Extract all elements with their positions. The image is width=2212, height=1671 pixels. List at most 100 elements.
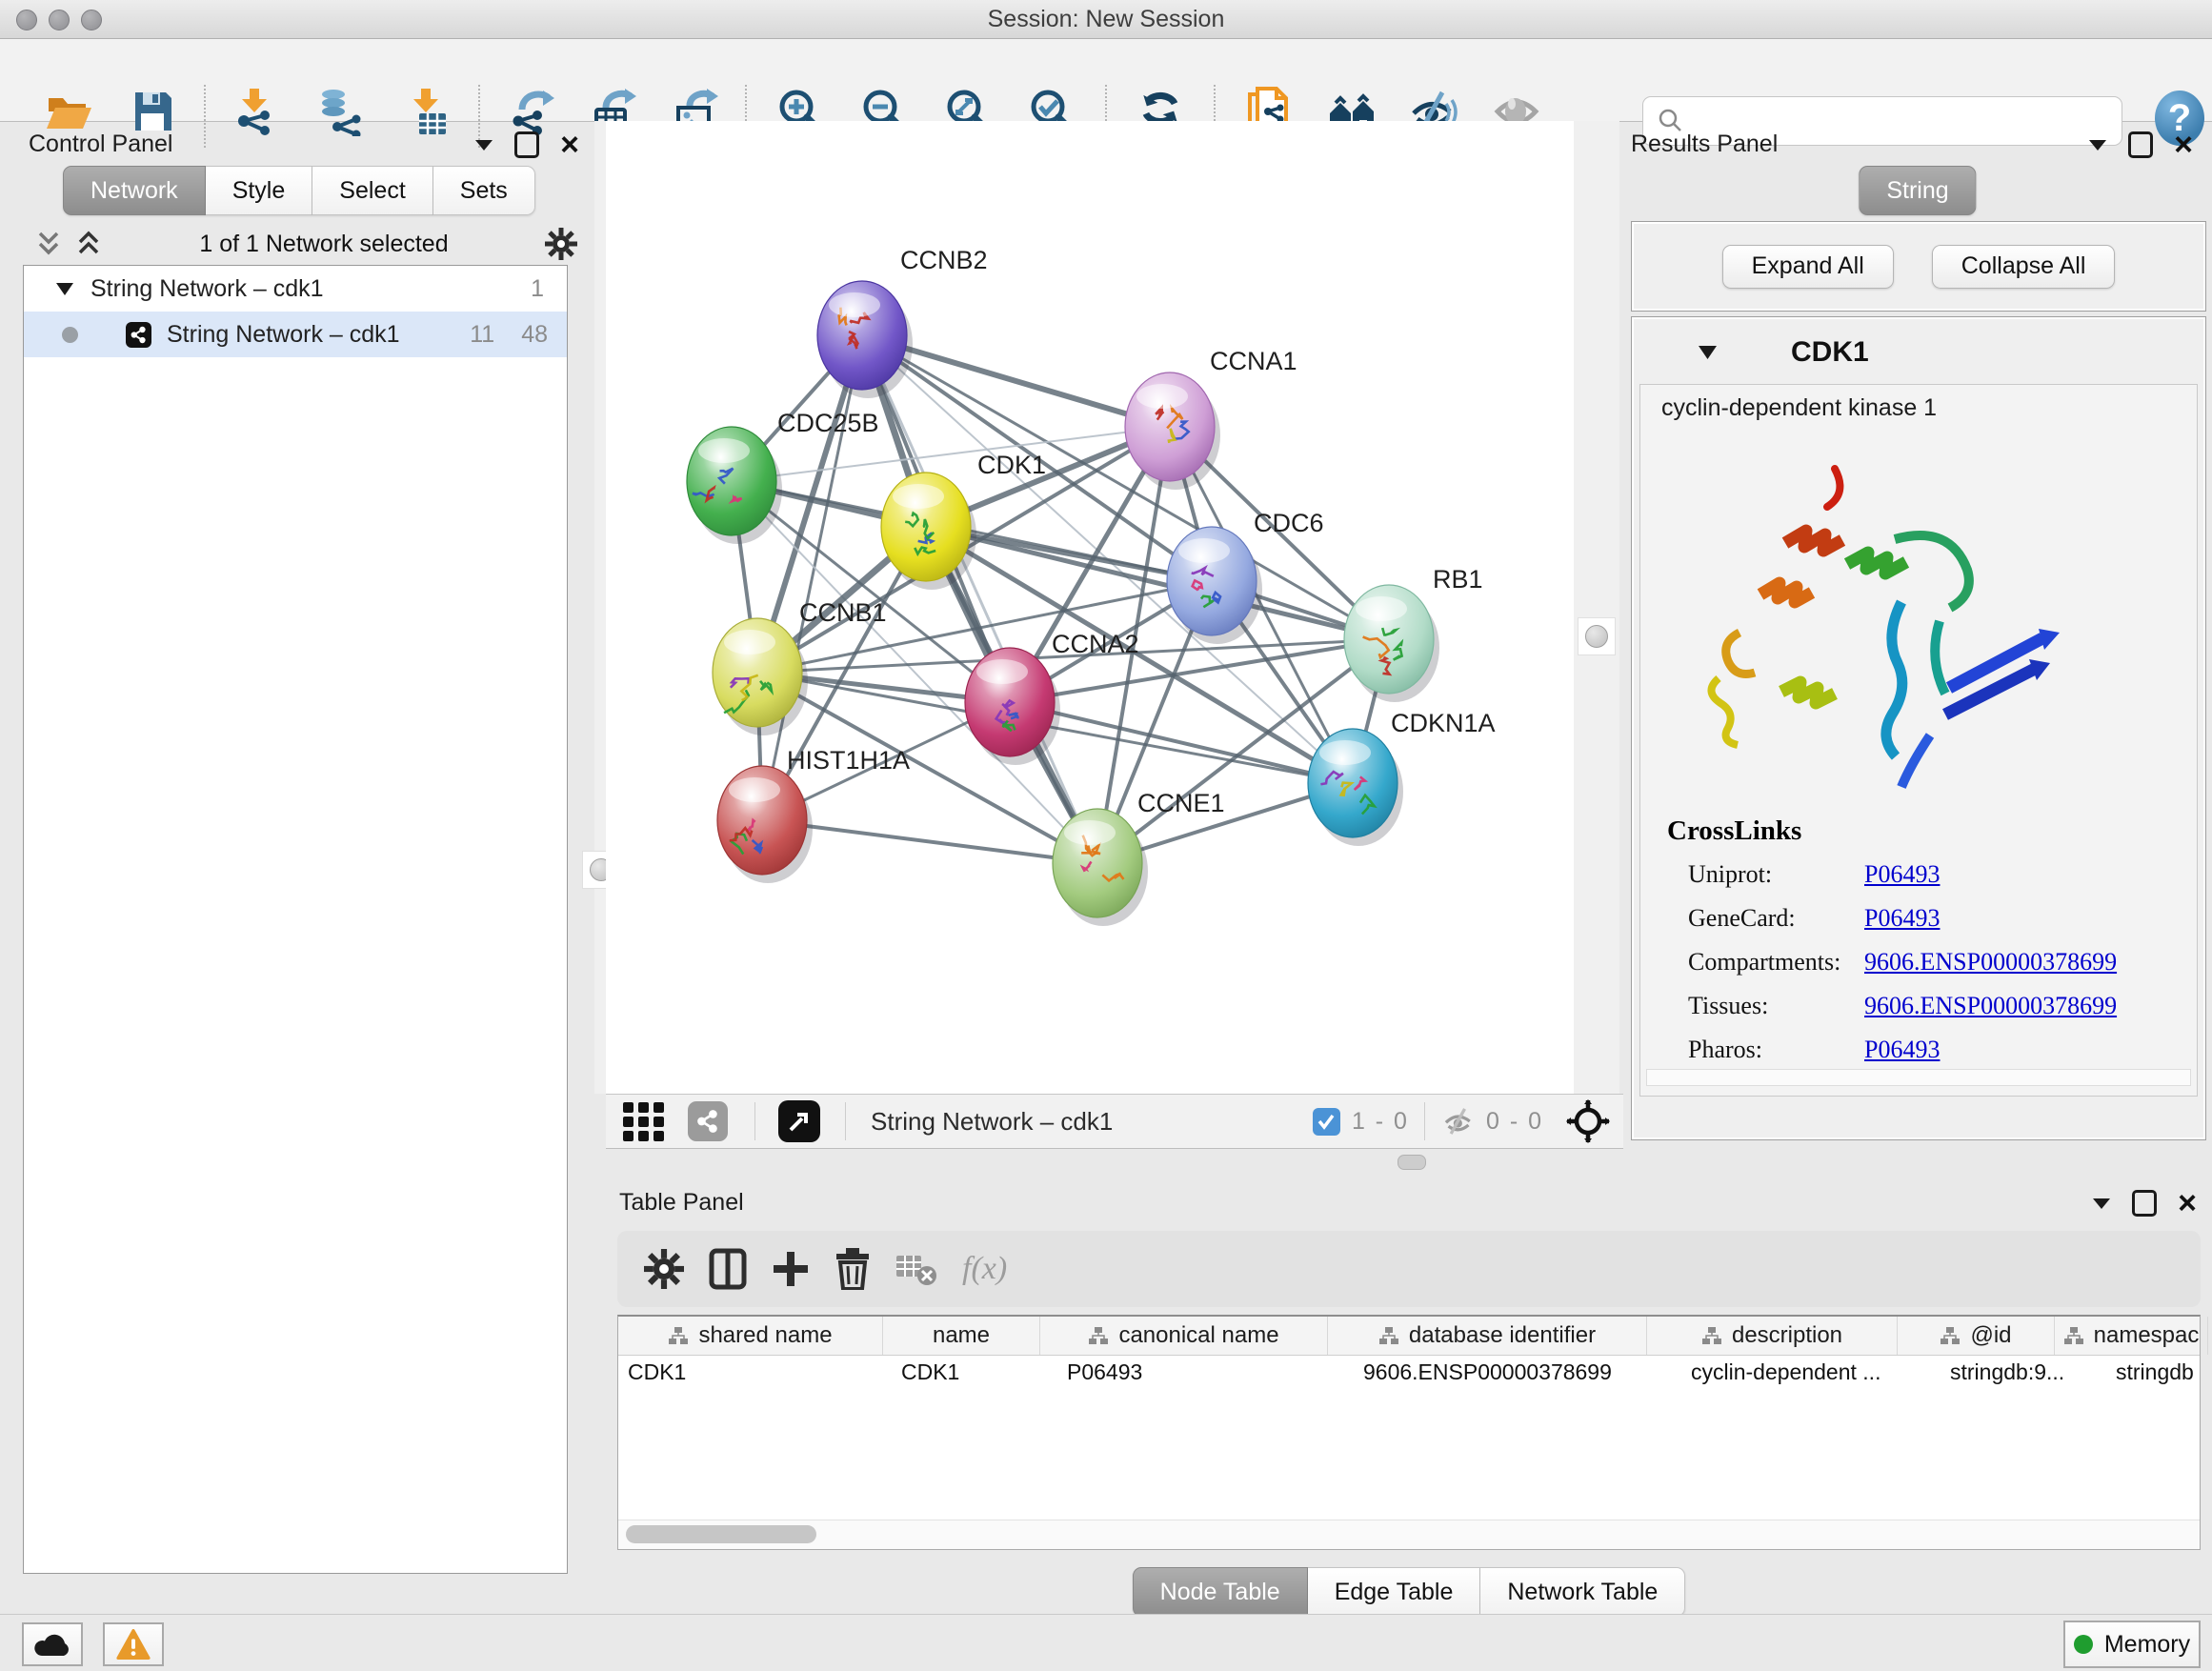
column-header-database-identifier[interactable]: database identifier [1328,1317,1647,1355]
control-panel: Control Panel × NetworkStyleSelectSets 1… [13,121,594,1614]
crosslink-link[interactable]: P06493 [1864,860,1940,889]
hidden-eye-slash-icon[interactable] [1440,1105,1477,1137]
main-toolbar: ? [0,39,2212,122]
table-tab-node-table[interactable]: Node Table [1133,1567,1308,1617]
column-header--id[interactable]: @id [1898,1317,2055,1355]
node-count: 11 [470,321,494,349]
column-header-name[interactable]: name [883,1317,1040,1355]
collection-count: 1 [531,275,544,303]
tab-select[interactable]: Select [312,166,432,215]
cloud-status-button[interactable] [22,1622,83,1666]
network-node-RB1[interactable] [1344,585,1439,702]
panel-menu-icon[interactable] [2088,138,2107,151]
network-node-CDKN1A[interactable] [1308,729,1403,846]
panel-close-icon[interactable]: × [560,134,579,155]
network-collection-row[interactable]: String Network – cdk1 1 [24,266,567,312]
left-splitter[interactable] [594,121,606,1094]
network-node-CCNB1[interactable] [713,618,808,735]
node-entry-header[interactable]: CDK1 [1632,325,2205,380]
current-network-title: String Network – cdk1 [871,1107,1113,1137]
column-header-description[interactable]: description [1647,1317,1898,1355]
table-cell[interactable]: cyclin-dependent ... [1681,1356,1941,1390]
selected-checkbox-icon[interactable] [1313,1108,1340,1136]
network-node-CCNA2[interactable] [965,648,1060,765]
table-hscrollbar-thumb[interactable] [626,1525,816,1543]
collapse-all-button[interactable]: Collapse All [1932,245,2116,289]
results-tab-string[interactable]: String [1859,166,1976,215]
panel-menu-icon[interactable] [474,138,493,151]
tab-sets[interactable]: Sets [433,166,535,215]
column-header-namespac[interactable]: namespac [2055,1317,2208,1355]
network-node-CCNE1[interactable] [1053,809,1148,926]
table-cell[interactable]: 9606.ENSP00000378699 [1354,1356,1681,1390]
add-column-icon[interactable] [772,1250,810,1288]
table-row[interactable]: CDK1CDK1P064939606.ENSP00000378699cyclin… [618,1356,2200,1390]
table-cell[interactable]: stringdb [2106,1356,2212,1390]
panel-float-icon[interactable] [514,131,539,158]
node-entry-body: cyclin-dependent kinase 1 [1639,384,2198,1097]
table-tab-edge-table[interactable]: Edge Table [1308,1567,1481,1617]
crosslink-link[interactable]: P06493 [1864,904,1940,933]
table-cell[interactable]: P06493 [1057,1356,1354,1390]
network-canvas[interactable]: CCNB2CCNA1CDC25BCDK1CDC6RB1CCNB1CCNA2CDK… [606,121,1574,1094]
node-label-HIST1H1A: HIST1H1A [787,746,910,775]
results-scrollbar[interactable] [1646,1069,2191,1086]
panel-close-icon[interactable]: × [2178,1193,2197,1214]
horizontal-splitter-handle[interactable] [1398,1155,1426,1170]
table-tab-network-table[interactable]: Network Table [1480,1567,1685,1617]
node-label-CCNB2: CCNB2 [900,246,988,274]
entry-expand-icon[interactable] [1699,346,1717,359]
cytoscape-window: Session: New Session [0,0,2212,1671]
table-cell[interactable]: CDK1 [892,1356,1057,1390]
panel-menu-icon[interactable] [2092,1197,2111,1210]
network-row-selected[interactable]: String Network – cdk1 11 48 [24,312,567,357]
network-node-CCNA1[interactable] [1125,372,1220,490]
collapse-all-chevron-icon[interactable] [36,230,63,258]
table-cell[interactable]: CDK1 [618,1356,892,1390]
show-columns-icon[interactable] [709,1248,747,1290]
grid-view-icon[interactable] [621,1100,667,1142]
tab-style[interactable]: Style [206,166,313,215]
network-node-CDC25B[interactable] [687,427,782,544]
panel-close-icon[interactable]: × [2174,134,2193,155]
right-splitter[interactable] [1574,121,1619,1094]
expand-all-button[interactable]: Expand All [1722,245,1894,289]
delete-table-icon[interactable] [895,1252,937,1286]
crosslink-link[interactable]: P06493 [1864,1036,1940,1064]
network-node-CDK1[interactable] [881,473,976,590]
tab-network[interactable]: Network [63,166,206,215]
crosslink-link[interactable]: 9606.ENSP00000378699 [1864,948,2117,976]
panel-float-icon[interactable] [2128,131,2153,158]
table-panel: Table Panel × f(x) shared namenamecanoni… [606,1183,2212,1564]
network-options-gear-icon[interactable] [545,228,577,260]
string-view-toggle-icon[interactable] [688,1101,728,1141]
results-toolbar: Expand All Collapse All [1631,221,2206,312]
crosslink-label: Pharos: [1688,1036,1864,1064]
tree-expand-icon[interactable] [56,283,73,295]
node-label-CDC25B: CDC25B [777,409,879,437]
expand-all-chevron-icon[interactable] [76,230,103,258]
table-cell[interactable]: stringdb:9... [1941,1356,2106,1390]
column-type-icon [668,1326,689,1345]
warnings-button[interactable] [103,1622,164,1666]
table-hscrollbar[interactable] [618,1520,2200,1549]
memory-button[interactable]: Memory [2063,1621,2201,1668]
open-in-window-icon[interactable] [778,1100,820,1142]
column-header-shared-name[interactable]: shared name [618,1317,883,1355]
delete-column-icon[interactable] [835,1248,871,1290]
fit-center-crosshair-icon[interactable] [1566,1099,1610,1143]
right-splitter-handle[interactable] [1578,617,1616,655]
function-builder-icon[interactable]: f(x) [962,1251,1007,1287]
column-type-icon [1701,1326,1722,1345]
network-node-CCNB2[interactable] [817,281,913,398]
table-options-gear-icon[interactable] [644,1249,684,1289]
crosslink-link[interactable]: 9606.ENSP00000378699 [1864,992,2117,1020]
network-edge[interactable] [862,335,1097,863]
network-node-HIST1H1A[interactable] [717,766,813,883]
column-header-canonical-name[interactable]: canonical name [1040,1317,1328,1355]
network-edge[interactable] [1010,702,1353,783]
column-type-icon [1088,1326,1109,1345]
window-title: Session: New Session [0,0,2212,38]
panel-float-icon[interactable] [2132,1190,2157,1217]
node-label-CCNE1: CCNE1 [1137,789,1225,817]
